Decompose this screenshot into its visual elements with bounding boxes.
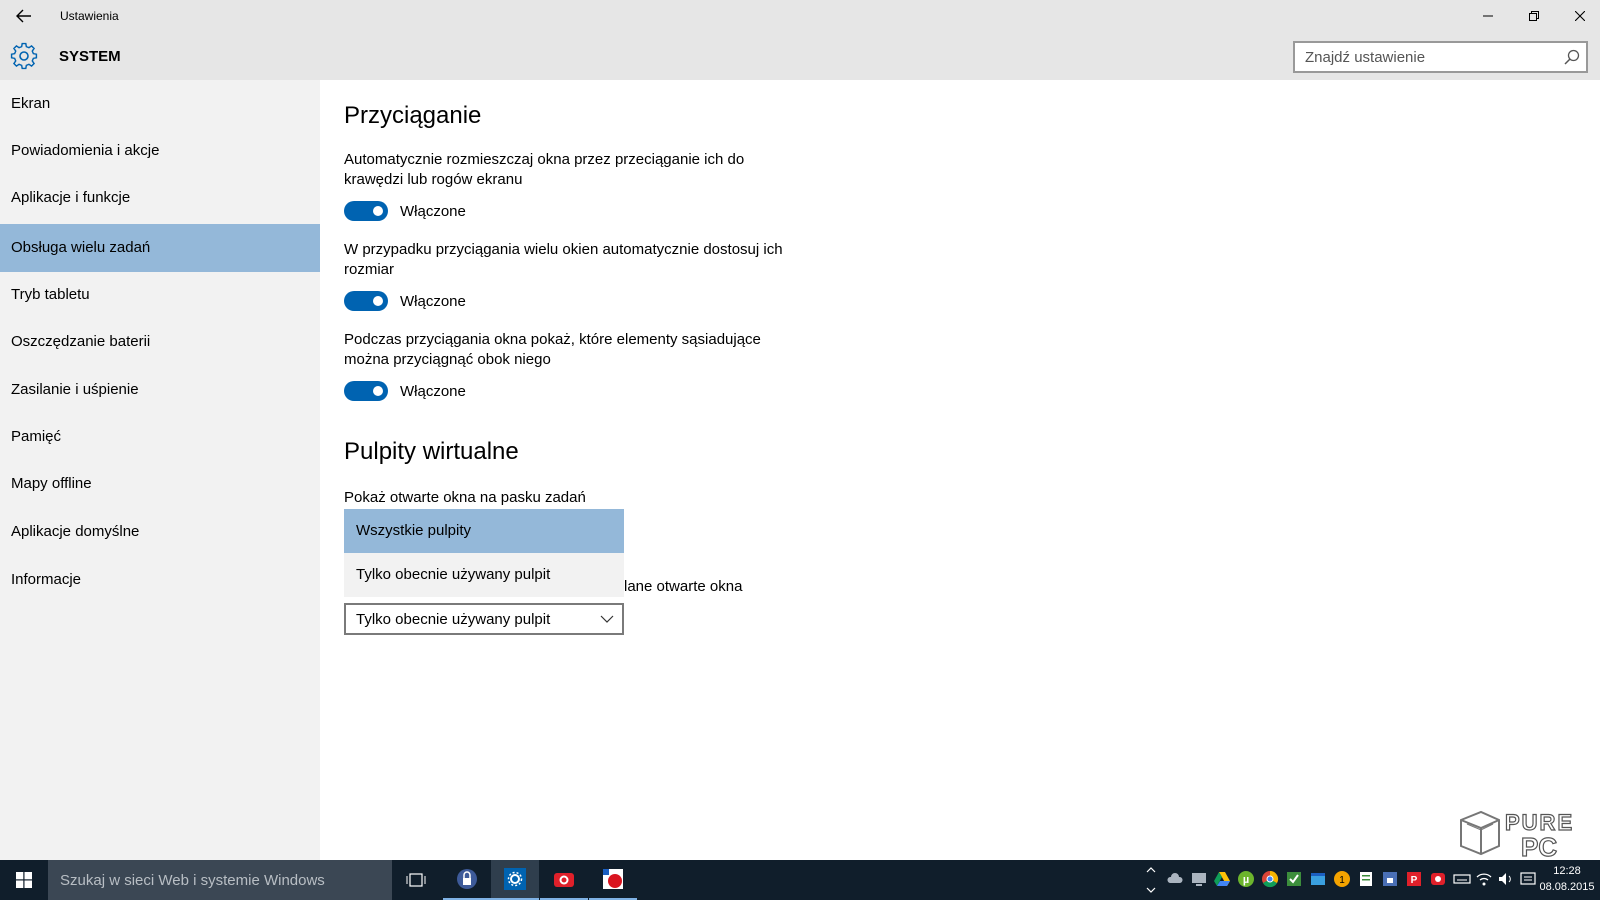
task-view-button[interactable]	[392, 860, 440, 900]
svg-text:µ: µ	[1243, 874, 1249, 886]
sidebar-item-battery-saver[interactable]: Oszczędzanie baterii	[0, 318, 320, 366]
clock-date: 08.08.2015	[1539, 881, 1595, 893]
camera-app-icon	[554, 873, 574, 887]
window-title: Ustawienia	[60, 9, 119, 23]
svg-text:1: 1	[1339, 875, 1345, 886]
sidebar-item-about[interactable]: Informacje	[0, 556, 320, 604]
minimize-button[interactable]	[1465, 0, 1511, 32]
lock-app-icon	[457, 869, 477, 889]
chevron-down-icon	[600, 615, 614, 623]
chevron-down-icon	[1146, 887, 1156, 893]
snap-arrange-toggle[interactable]	[344, 201, 388, 221]
sidebar-item-notifications[interactable]: Powiadomienia i akcje	[0, 127, 320, 175]
chevron-up-icon	[1146, 867, 1156, 873]
back-button[interactable]	[8, 4, 40, 28]
taskbar-windows-label: Pokaż otwarte okna na pasku zadań	[344, 489, 586, 506]
snap-heading: Przyciąganie	[344, 102, 482, 129]
monitor-icon[interactable]	[1190, 870, 1208, 888]
alttab-label-visible: lane otwarte okna	[624, 578, 743, 595]
settings-search-input[interactable]	[1295, 43, 1555, 71]
sidebar-item-offline-maps[interactable]: Mapy offline	[0, 460, 320, 508]
restore-button[interactable]	[1511, 0, 1557, 32]
task-view-icon	[406, 873, 426, 887]
show-hidden-icons-button[interactable]	[1142, 860, 1160, 900]
google-drive-icon[interactable]	[1213, 870, 1231, 888]
close-icon	[1575, 11, 1585, 21]
taskbar-app-lastpass[interactable]	[443, 860, 491, 900]
chrome-icon[interactable]	[1261, 870, 1279, 888]
keyboard-icon[interactable]	[1453, 870, 1471, 888]
settings-search-box[interactable]	[1293, 41, 1588, 73]
sidebar-item-tablet-mode[interactable]: Tryb tabletu	[0, 271, 320, 319]
settings-header: SYSTEM	[0, 32, 1600, 80]
sidebar-nav: Ekran Powiadomienia i akcje Aplikacje i …	[0, 80, 320, 860]
minimize-icon	[1483, 15, 1493, 17]
snap-assist-state: Włączone	[400, 383, 466, 400]
snap-setting-1-description: Automatycznie rozmieszczaj okna przez pr…	[344, 151, 745, 188]
alttab-windows-combo[interactable]: Tylko obecnie używany pulpit	[344, 603, 624, 635]
snap-setting-3-description: Podczas przyciągania okna pokaż, które e…	[344, 331, 761, 368]
sidebar-item-multitasking[interactable]: Obsługa wielu zadań	[0, 224, 320, 272]
settings-app-icon	[504, 868, 526, 890]
lock-tray-icon[interactable]	[1381, 870, 1399, 888]
snap-arrange-state: Włączone	[400, 203, 466, 220]
sidebar-item-power-sleep[interactable]: Zasilanie i uśpienie	[0, 366, 320, 414]
start-button[interactable]	[0, 860, 48, 900]
taskbar-app-settings[interactable]	[491, 860, 539, 900]
taskbar-windows-dropdown-list: Wszystkie pulpity Tylko obecnie używany …	[344, 509, 624, 597]
svg-text:P: P	[1411, 875, 1418, 886]
sidebar-item-storage[interactable]: Pamięć	[0, 413, 320, 461]
taskbar: µ 1 P 12:28 08.08.2015	[0, 860, 1600, 900]
dropdown-option-current-desktop[interactable]: Tylko obecnie używany pulpit	[344, 553, 624, 597]
virtual-desktops-heading: Pulpity wirtualne	[344, 438, 519, 465]
taskbar-search-box[interactable]	[48, 860, 392, 900]
search-icon[interactable]	[1564, 49, 1580, 65]
system-clock[interactable]: 12:28 08.08.2015	[1535, 863, 1599, 895]
cloud-icon[interactable]	[1166, 870, 1184, 888]
snap-assist-toggle[interactable]	[344, 381, 388, 401]
section-title: SYSTEM	[59, 48, 121, 65]
pdf-icon[interactable]: P	[1405, 870, 1423, 888]
notes-icon[interactable]	[1357, 870, 1375, 888]
record-icon[interactable]	[1429, 870, 1447, 888]
badge-one-icon[interactable]: 1	[1333, 870, 1351, 888]
snap-resize-toggle[interactable]	[344, 291, 388, 311]
restore-icon	[1529, 11, 1539, 21]
alttab-windows-value: Tylko obecnie używany pulpit	[356, 611, 551, 628]
wifi-icon[interactable]	[1475, 870, 1493, 888]
snap-setting-2-description: W przypadku przyciągania wielu okien aut…	[344, 241, 783, 278]
taskbar-search-input[interactable]	[48, 860, 392, 900]
speaker-icon[interactable]	[1497, 870, 1515, 888]
security-check-icon[interactable]	[1285, 870, 1303, 888]
clock-time: 12:28	[1553, 865, 1581, 877]
snap-resize-state: Włączone	[400, 293, 466, 310]
gear-icon	[10, 42, 38, 70]
sidebar-item-ekran[interactable]: Ekran	[0, 80, 320, 128]
arrow-left-icon	[16, 9, 31, 23]
close-button[interactable]	[1557, 0, 1600, 32]
dropdown-option-all-desktops[interactable]: Wszystkie pulpity	[344, 509, 624, 553]
main-content: Przyciąganie Automatycznie rozmieszczaj …	[320, 80, 1600, 860]
app-window-icon[interactable]	[1309, 870, 1327, 888]
paint-app-icon	[603, 869, 623, 889]
sidebar-item-apps-features[interactable]: Aplikacje i funkcje	[0, 174, 320, 222]
utorrent-icon[interactable]: µ	[1237, 870, 1255, 888]
taskbar-app-screenshot[interactable]	[540, 860, 588, 900]
sidebar-item-default-apps[interactable]: Aplikacje domyślne	[0, 508, 320, 556]
taskbar-app-paint[interactable]	[589, 860, 637, 900]
windows-logo-icon	[16, 872, 32, 888]
title-bar: Ustawienia	[0, 0, 1600, 32]
